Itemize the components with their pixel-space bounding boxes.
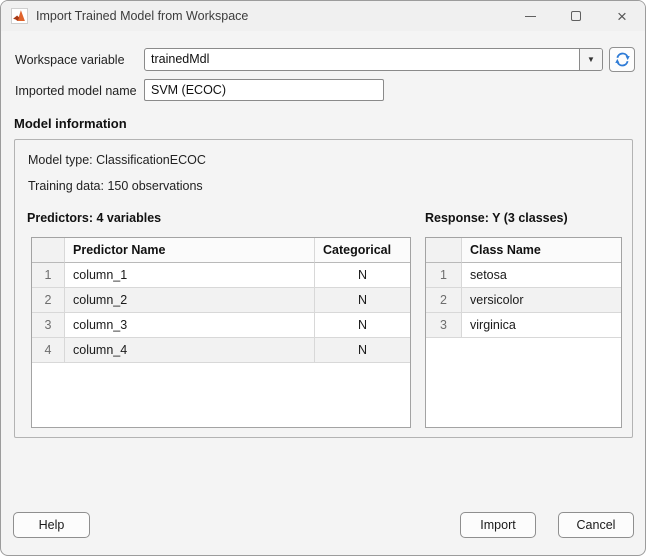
table-row[interactable]: 1 setosa (426, 263, 621, 288)
class-name-column-header: Class Name (462, 238, 621, 263)
title-bar: Import Trained Model from Workspace × (1, 1, 645, 31)
table-row[interactable]: 2 column_2 N (32, 288, 410, 313)
predictors-table: Predictor Name Categorical 1 column_1 N … (31, 237, 411, 428)
categorical-cell[interactable]: N (315, 338, 410, 363)
imported-model-name-field[interactable] (144, 79, 384, 101)
table-row[interactable]: 2 versicolor (426, 288, 621, 313)
response-table: Class Name 1 setosa 2 versicolor 3 virgi… (425, 237, 622, 428)
window-controls: × (507, 1, 645, 31)
window-title: Import Trained Model from Workspace (36, 9, 248, 23)
minimize-icon (525, 16, 536, 17)
table-row[interactable]: 4 column_4 N (32, 338, 410, 363)
categorical-cell[interactable]: N (315, 313, 410, 338)
workspace-variable-value[interactable]: trainedMdl (145, 49, 579, 70)
model-information-heading: Model information (14, 116, 127, 131)
imported-model-name-label: Imported model name (15, 84, 137, 98)
predictors-table-header: Predictor Name Categorical (32, 238, 410, 263)
training-data-text: Training data: 150 observations (28, 179, 203, 193)
minimize-button[interactable] (507, 1, 553, 31)
categorical-column-header: Categorical (315, 238, 410, 263)
predictors-table-empty-area (32, 363, 410, 427)
workspace-variable-combo[interactable]: trainedMdl ▼ (144, 48, 603, 71)
response-table-empty-area (426, 338, 621, 427)
refresh-workspace-button[interactable] (609, 47, 635, 72)
categorical-cell[interactable]: N (315, 288, 410, 313)
categorical-cell[interactable]: N (315, 263, 410, 288)
row-number-header (426, 238, 462, 263)
workspace-variable-label: Workspace variable (15, 53, 125, 67)
response-heading: Response: Y (3 classes) (425, 211, 568, 225)
cancel-button[interactable]: Cancel (558, 512, 634, 538)
matlab-logo-icon (11, 8, 28, 24)
table-row[interactable]: 3 column_3 N (32, 313, 410, 338)
predictors-heading: Predictors: 4 variables (27, 211, 161, 225)
import-button[interactable]: Import (460, 512, 536, 538)
model-type-text: Model type: ClassificationECOC (28, 153, 206, 167)
workspace-variable-dropdown-button[interactable]: ▼ (579, 49, 602, 70)
predictor-name-column-header: Predictor Name (65, 238, 315, 263)
chevron-down-icon: ▼ (587, 55, 595, 64)
model-information-panel: Model type: ClassificationECOC Training … (14, 139, 633, 438)
table-row[interactable]: 3 virginica (426, 313, 621, 338)
close-button[interactable]: × (599, 1, 645, 31)
row-number-header (32, 238, 65, 263)
close-icon: × (617, 8, 627, 25)
import-model-dialog: Import Trained Model from Workspace × Wo… (0, 0, 646, 556)
table-row[interactable]: 1 column_1 N (32, 263, 410, 288)
help-button[interactable]: Help (13, 512, 90, 538)
response-table-header: Class Name (426, 238, 621, 263)
refresh-icon (614, 51, 631, 68)
maximize-button[interactable] (553, 1, 599, 31)
maximize-icon (571, 11, 581, 21)
